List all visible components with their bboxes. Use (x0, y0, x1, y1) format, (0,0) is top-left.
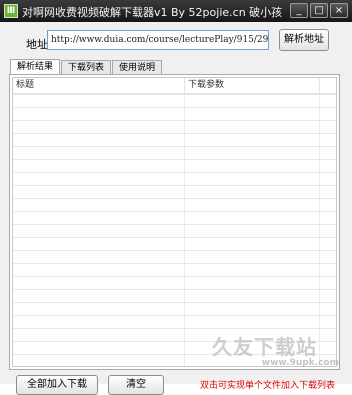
app-icon: Ⅲ (4, 4, 18, 18)
watermark-text: 久友下载站 (212, 335, 317, 359)
tab-strip: 解析结果 下载列表 使用说明 (10, 59, 163, 75)
tab-parse-results[interactable]: 解析结果 (10, 59, 61, 75)
app-window: Ⅲ 对啊网收费视频破解下载器v1 By 52pojie.cn 破小孩 _ □ ×… (0, 0, 352, 395)
watermark-url: www.9upk.com (261, 358, 339, 368)
parse-url-button[interactable]: 解析地址 (279, 29, 329, 51)
tab-panel: 标题 下载参数 (9, 74, 340, 370)
window-title: 对啊网收费视频破解下载器v1 By 52pojie.cn 破小孩 (22, 6, 283, 19)
title-bar[interactable]: Ⅲ 对啊网收费视频破解下载器v1 By 52pojie.cn 破小孩 _ □ × (0, 0, 352, 22)
column-header-params[interactable]: 下载参数 (185, 78, 320, 93)
tab-download-list[interactable]: 下载列表 (61, 60, 112, 75)
column-header-extra[interactable] (320, 78, 336, 93)
minimize-icon[interactable]: _ (290, 3, 308, 18)
maximize-icon[interactable]: □ (310, 3, 328, 18)
url-input[interactable]: http://www.duia.com/course/lecturePlay/9… (47, 30, 269, 50)
list-body[interactable] (13, 94, 336, 366)
watermark: 久友下载站 www.9upk.com (212, 336, 347, 376)
clear-button[interactable]: 清空 (108, 375, 164, 395)
results-list[interactable]: 标题 下载参数 (12, 77, 337, 367)
window-controls: _ □ × (290, 3, 348, 18)
add-all-download-button[interactable]: 全部加入下载 (16, 375, 98, 395)
close-icon[interactable]: × (330, 3, 348, 18)
column-header-title[interactable]: 标题 (13, 78, 185, 93)
list-header: 标题 下载参数 (13, 78, 336, 94)
notice-text: 双击可实现单个文件加入下载列表 (200, 381, 336, 391)
tab-instructions[interactable]: 使用说明 (112, 60, 163, 75)
url-label: 地址 (26, 38, 48, 51)
